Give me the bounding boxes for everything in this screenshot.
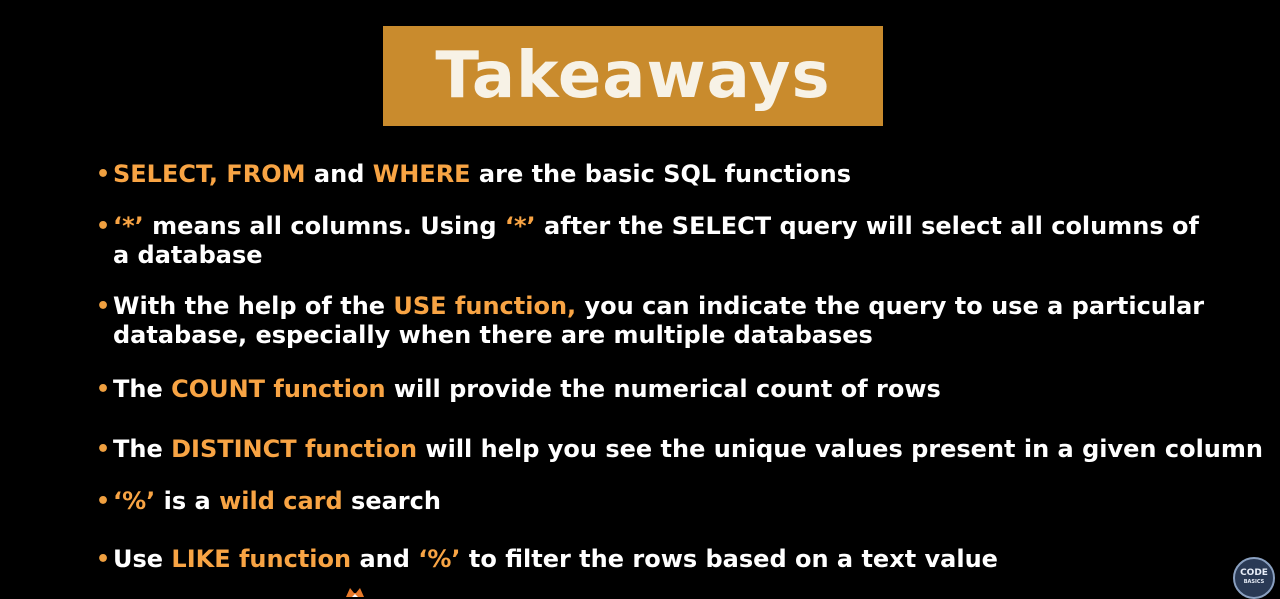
highlighted-term: SELECT, FROM [113, 160, 306, 188]
takeaway-text-segment: and [305, 160, 373, 188]
page-title: Takeaways [435, 39, 831, 113]
takeaway-text-segment: will provide the numerical count of rows [385, 375, 941, 403]
fox-mascot-icon [346, 588, 364, 597]
takeaway-text-segment: after the SELECT query will select all c… [535, 212, 1199, 240]
code-basics-logo: CODE BASICS [1233, 557, 1275, 599]
takeaway-text-continuation: database, especially when there are mult… [113, 321, 873, 349]
highlighted-term: wild card [219, 487, 343, 515]
takeaway-text-segment: The [113, 435, 172, 463]
highlighted-term: LIKE function [171, 545, 352, 573]
highlighted-term: ‘*’ [113, 212, 144, 240]
highlighted-term: ‘%’ [418, 545, 461, 573]
takeaway-text-segment: search [342, 487, 441, 515]
bullet-dot-icon: • [96, 294, 111, 319]
title-banner: Takeaways [383, 26, 883, 126]
takeaway-text-segment: With the help of the [113, 292, 394, 320]
takeaway-text-segment: and [351, 545, 419, 573]
bullet-dot-icon: • [96, 377, 111, 402]
takeaway-text-segment: The [113, 375, 172, 403]
takeaway-text: SELECT, FROM and WHERE are the basic SQL… [113, 160, 851, 189]
takeaway-text: The COUNT function will provide the nume… [113, 375, 941, 404]
logo-sub-text: BASICS [1243, 579, 1265, 585]
bullet-dot-icon: • [96, 437, 111, 462]
takeaway-text-segment: you can indicate the query to use a part… [576, 292, 1205, 320]
highlighted-term: WHERE [372, 160, 471, 188]
takeaway-text-segment: will help you see the unique values pres… [417, 435, 1263, 463]
bullet-dot-icon: • [96, 214, 111, 239]
bullet-dot-icon: • [96, 547, 111, 572]
takeaway-text-segment: Use [113, 545, 172, 573]
takeaway-text-segment: are the basic SQL functions [470, 160, 851, 188]
highlighted-term: USE function, [393, 292, 577, 320]
takeaway-text: ‘%’ is a wild card search [113, 487, 441, 516]
highlighted-term: ‘*’ [504, 212, 536, 240]
takeaway-text: ‘*’ means all columns. Using ‘*’ after t… [113, 212, 1199, 241]
takeaway-text: With the help of the USE function, you c… [113, 292, 1204, 321]
bullet-dot-icon: • [96, 489, 111, 514]
takeaway-text: The DISTINCT function will help you see … [113, 435, 1263, 464]
takeaway-text-segment: to filter the rows based on a text value [460, 545, 998, 573]
takeaway-text-segment: is a [155, 487, 220, 515]
highlighted-term: ‘%’ [113, 487, 156, 515]
highlighted-term: DISTINCT function [171, 435, 418, 463]
logo-main-text: CODE [1240, 568, 1268, 578]
takeaway-text: Use LIKE function and ‘%’ to filter the … [113, 545, 998, 574]
bullet-dot-icon: • [96, 162, 111, 187]
takeaway-text-continuation: a database [113, 241, 263, 269]
highlighted-term: COUNT function [171, 375, 386, 403]
takeaway-text-segment: means all columns. Using [143, 212, 505, 240]
